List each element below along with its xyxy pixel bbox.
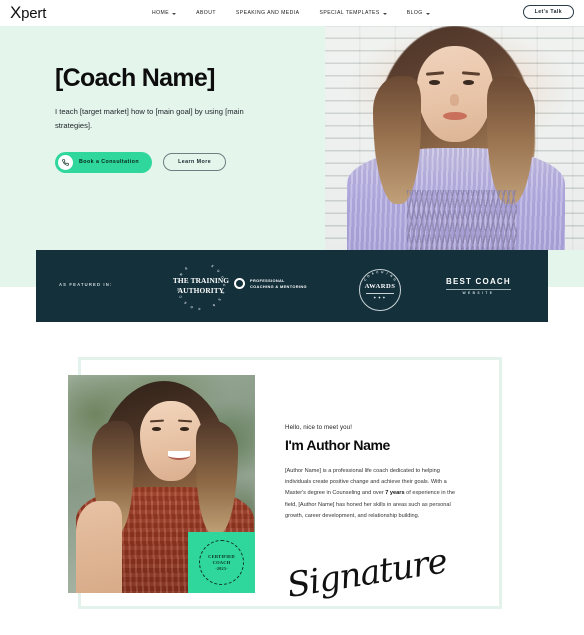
ring-char: C (362, 277, 368, 282)
about-greeting: Hello, nice to meet you! (285, 424, 353, 431)
about-body-highlight: 7 years (385, 490, 405, 497)
nav-label: SPECIAL TEMPLATES (319, 10, 380, 16)
best-coach-line1: BEST COACH (446, 277, 511, 286)
site-header: Xpert HOME ABOUT SPEAKING AND MEDIA SPEC… (0, 0, 584, 26)
about-subject-eye-right (180, 427, 189, 431)
pcm-wordmark: PROFESSIONAL COACHING & MENTORING (250, 278, 307, 290)
nav-item-speaking-and-media[interactable]: SPEAKING AND MEDIA (236, 10, 300, 16)
logo-best-coach-website: BEST COACH WEBSITE (446, 277, 511, 295)
lets-talk-button[interactable]: Let's Talk (522, 5, 574, 19)
book-consultation-label: Book a Consultation (79, 159, 140, 166)
page-root: Xpert HOME ABOUT SPEAKING AND MEDIA SPEC… (0, 0, 584, 635)
best-coach-line2: WEBSITE (462, 290, 495, 295)
best-coach-divider (446, 288, 511, 290)
about-subject-arm (76, 501, 122, 593)
about-heading: I'm Author Name (285, 437, 390, 453)
hero-lavender-bouquet (407, 190, 517, 250)
badge-line3: -2023- (215, 566, 228, 572)
hero-button-group: Book a Consultation Learn More (55, 151, 305, 173)
ring-char: A (370, 271, 375, 276)
learn-more-button[interactable]: Learn More (163, 153, 227, 172)
site-logo[interactable]: Xpert (10, 3, 46, 23)
logo-professional-coaching-mentoring: PROFESSIONAL COACHING & MENTORING (234, 278, 307, 290)
ring-char: S (211, 302, 216, 308)
ring-char: G (183, 265, 189, 271)
badge-line2: COACH (212, 559, 231, 565)
ring-char: O (189, 304, 194, 310)
chevron-down-icon (425, 12, 430, 15)
about-text-block: Hello, nice to meet you! I'm Author Name… (285, 424, 465, 522)
ring-char: O (366, 273, 371, 279)
phone-icon (58, 154, 73, 170)
ring-char: S (217, 297, 222, 302)
hero-subject-eye-right (463, 80, 474, 85)
logo-rest: pert (21, 5, 47, 22)
training-authority-line1: THE TRAINING (172, 276, 230, 285)
ring-char: G (392, 277, 398, 282)
certified-coach-badge: CERTIFIED COACH -2023- (188, 532, 255, 593)
hero-subject-eye-left (429, 80, 440, 85)
ring-char: C (376, 270, 380, 275)
nav-item-special-templates[interactable]: SPECIAL TEMPLATES (320, 10, 387, 16)
hero-image (325, 20, 584, 250)
logo-initial: X (10, 3, 22, 22)
hero-text-block: [Coach Name] I teach [target market] how… (55, 64, 305, 173)
as-featured-in-bar: AS FEATURED IN: SUCCESS COACHING THE TRA… (36, 250, 548, 322)
about-subject-eye-left (152, 427, 161, 431)
ring-char: H (380, 270, 384, 275)
main-navigation: HOME ABOUT SPEAKING AND MEDIA SPECIAL TE… (152, 0, 430, 26)
nav-label: BLOG (406, 10, 423, 16)
hero-title: [Coach Name] (55, 64, 215, 92)
as-featured-in-label: AS FEATURED IN: (59, 282, 113, 287)
training-authority-wordmark: THE TRAINING AUTHORITY (171, 276, 231, 296)
circle-ring-icon (234, 278, 245, 290)
book-consultation-button[interactable]: Book a Consultation (55, 151, 153, 173)
ring-char: C (197, 306, 201, 312)
training-authority-line2: AUTHORITY (177, 285, 225, 295)
ring-char: A (182, 300, 188, 306)
pcm-line2: COACHING & MENTORING (250, 283, 307, 289)
chevron-down-icon (382, 12, 387, 15)
about-body: [Author Name] is a professional life coa… (285, 466, 465, 522)
chevron-down-icon (172, 12, 177, 15)
nav-label: SPEAKING AND MEDIA (235, 10, 300, 16)
awards-stars: ✦✦✦ (373, 295, 387, 300)
nav-item-about[interactable]: ABOUT (196, 10, 216, 16)
awards-divider (366, 293, 394, 294)
nav-label: HOME (152, 10, 170, 16)
nav-item-home[interactable]: HOME (152, 10, 177, 16)
hero-subject-lips (443, 112, 467, 120)
logo-coaching-awards: COACHING AWARDS ✦✦✦ (354, 261, 406, 311)
awards-ring-text: COACHING (359, 269, 401, 311)
awards-wordmark: AWARDS (364, 283, 396, 290)
ring-char (206, 306, 208, 310)
hero-subject-nose (450, 94, 459, 106)
ring-char: U (216, 268, 221, 274)
nav-item-blog[interactable]: BLOG (407, 10, 430, 16)
hero-subtitle: I teach [target market] how to [main goa… (55, 106, 244, 130)
certified-coach-badge-inner: CERTIFIED COACH -2023- (199, 540, 244, 585)
nav-label: ABOUT (196, 10, 216, 16)
ring-char: I (385, 271, 389, 276)
ring-char: S (210, 263, 215, 269)
about-subject-smile (168, 451, 190, 460)
